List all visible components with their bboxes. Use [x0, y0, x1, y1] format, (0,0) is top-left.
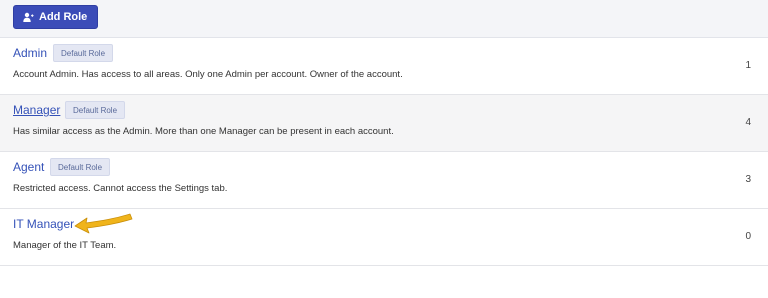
default-role-badge: Default Role [65, 101, 126, 119]
role-row-admin: Admin Default Role Account Admin. Has ac… [0, 38, 768, 95]
role-name-link[interactable]: Agent [13, 160, 44, 174]
default-role-badge: Default Role [53, 44, 114, 62]
role-row-manager: Manager Default Role Has similar access … [0, 95, 768, 152]
role-name-link[interactable]: Manager [13, 103, 60, 117]
role-user-count: 4 [745, 117, 751, 128]
default-role-badge: Default Role [50, 158, 111, 176]
role-name-link[interactable]: IT Manager [13, 217, 74, 231]
role-name-link[interactable]: Admin [13, 46, 47, 60]
role-description: Manager of the IT Team. [13, 240, 117, 251]
role-row-agent: Agent Default Role Restricted access. Ca… [0, 152, 768, 209]
role-user-count: 1 [745, 60, 751, 71]
role-description: Has similar access as the Admin. More th… [13, 126, 394, 137]
roles-toolbar: Add Role [0, 0, 768, 38]
arrow-pointer-icon [74, 213, 133, 234]
role-user-count: 0 [745, 231, 751, 242]
role-description: Restricted access. Cannot access the Set… [13, 183, 228, 194]
add-user-icon [23, 12, 34, 23]
add-role-label: Add Role [39, 11, 88, 23]
add-role-button[interactable]: Add Role [13, 5, 99, 29]
role-user-count: 3 [745, 174, 751, 185]
role-description: Account Admin. Has access to all areas. … [13, 69, 403, 80]
